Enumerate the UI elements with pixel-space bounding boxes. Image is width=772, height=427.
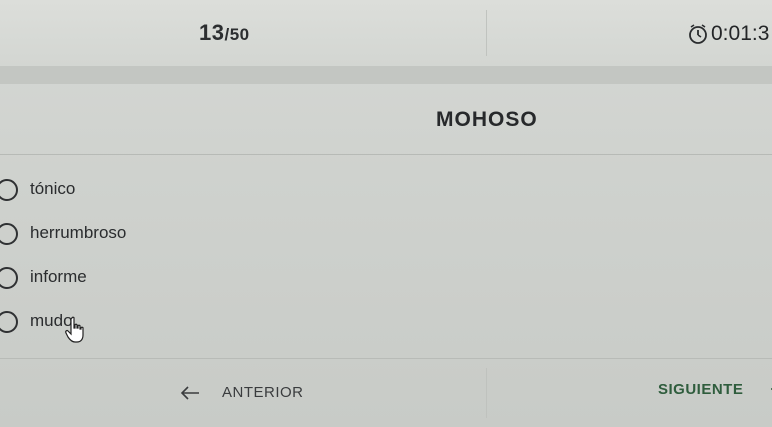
footer-divider [486, 368, 487, 418]
option-1-radio[interactable] [0, 179, 18, 201]
counter-current: 13 [199, 20, 225, 45]
option-2[interactable]: herrumbroso [0, 215, 772, 255]
next-button[interactable]: SIGUIENTE [658, 380, 772, 398]
header-band [0, 66, 772, 84]
question-area: MOHOSO [0, 84, 772, 155]
option-2-radio[interactable] [0, 223, 18, 245]
header-divider [486, 10, 487, 56]
hand-pointer-icon [65, 316, 84, 343]
option-1-label: tónico [30, 179, 76, 198]
stopwatch-icon [689, 24, 707, 44]
arrow-left-icon [180, 385, 199, 400]
previous-button[interactable]: ANTERIOR [180, 384, 304, 401]
timer: 0:01:3 [688, 22, 769, 46]
question-counter: 13/50 [199, 20, 250, 46]
footer-divider-line [0, 358, 772, 359]
option-3-radio[interactable] [0, 267, 18, 289]
timer-text: 0:01:3 [711, 22, 770, 45]
option-3-label: informe [30, 267, 87, 286]
quiz-header: 13/50 0:01:3 [0, 0, 772, 68]
option-3[interactable]: informe [0, 259, 772, 299]
quiz-screen: 13/50 0:01:3 MOHOSO tónico herrumbroso i… [0, 0, 772, 427]
option-2-label: herrumbroso [30, 223, 127, 242]
counter-total: /50 [224, 25, 250, 44]
question-word: MOHOSO [436, 108, 538, 131]
next-button-label: SIGUIENTE [658, 380, 744, 398]
option-4[interactable]: mudo [0, 303, 772, 343]
option-1[interactable]: tónico [0, 171, 772, 211]
option-4-radio[interactable] [0, 311, 18, 333]
previous-button-label: ANTERIOR [222, 384, 304, 401]
